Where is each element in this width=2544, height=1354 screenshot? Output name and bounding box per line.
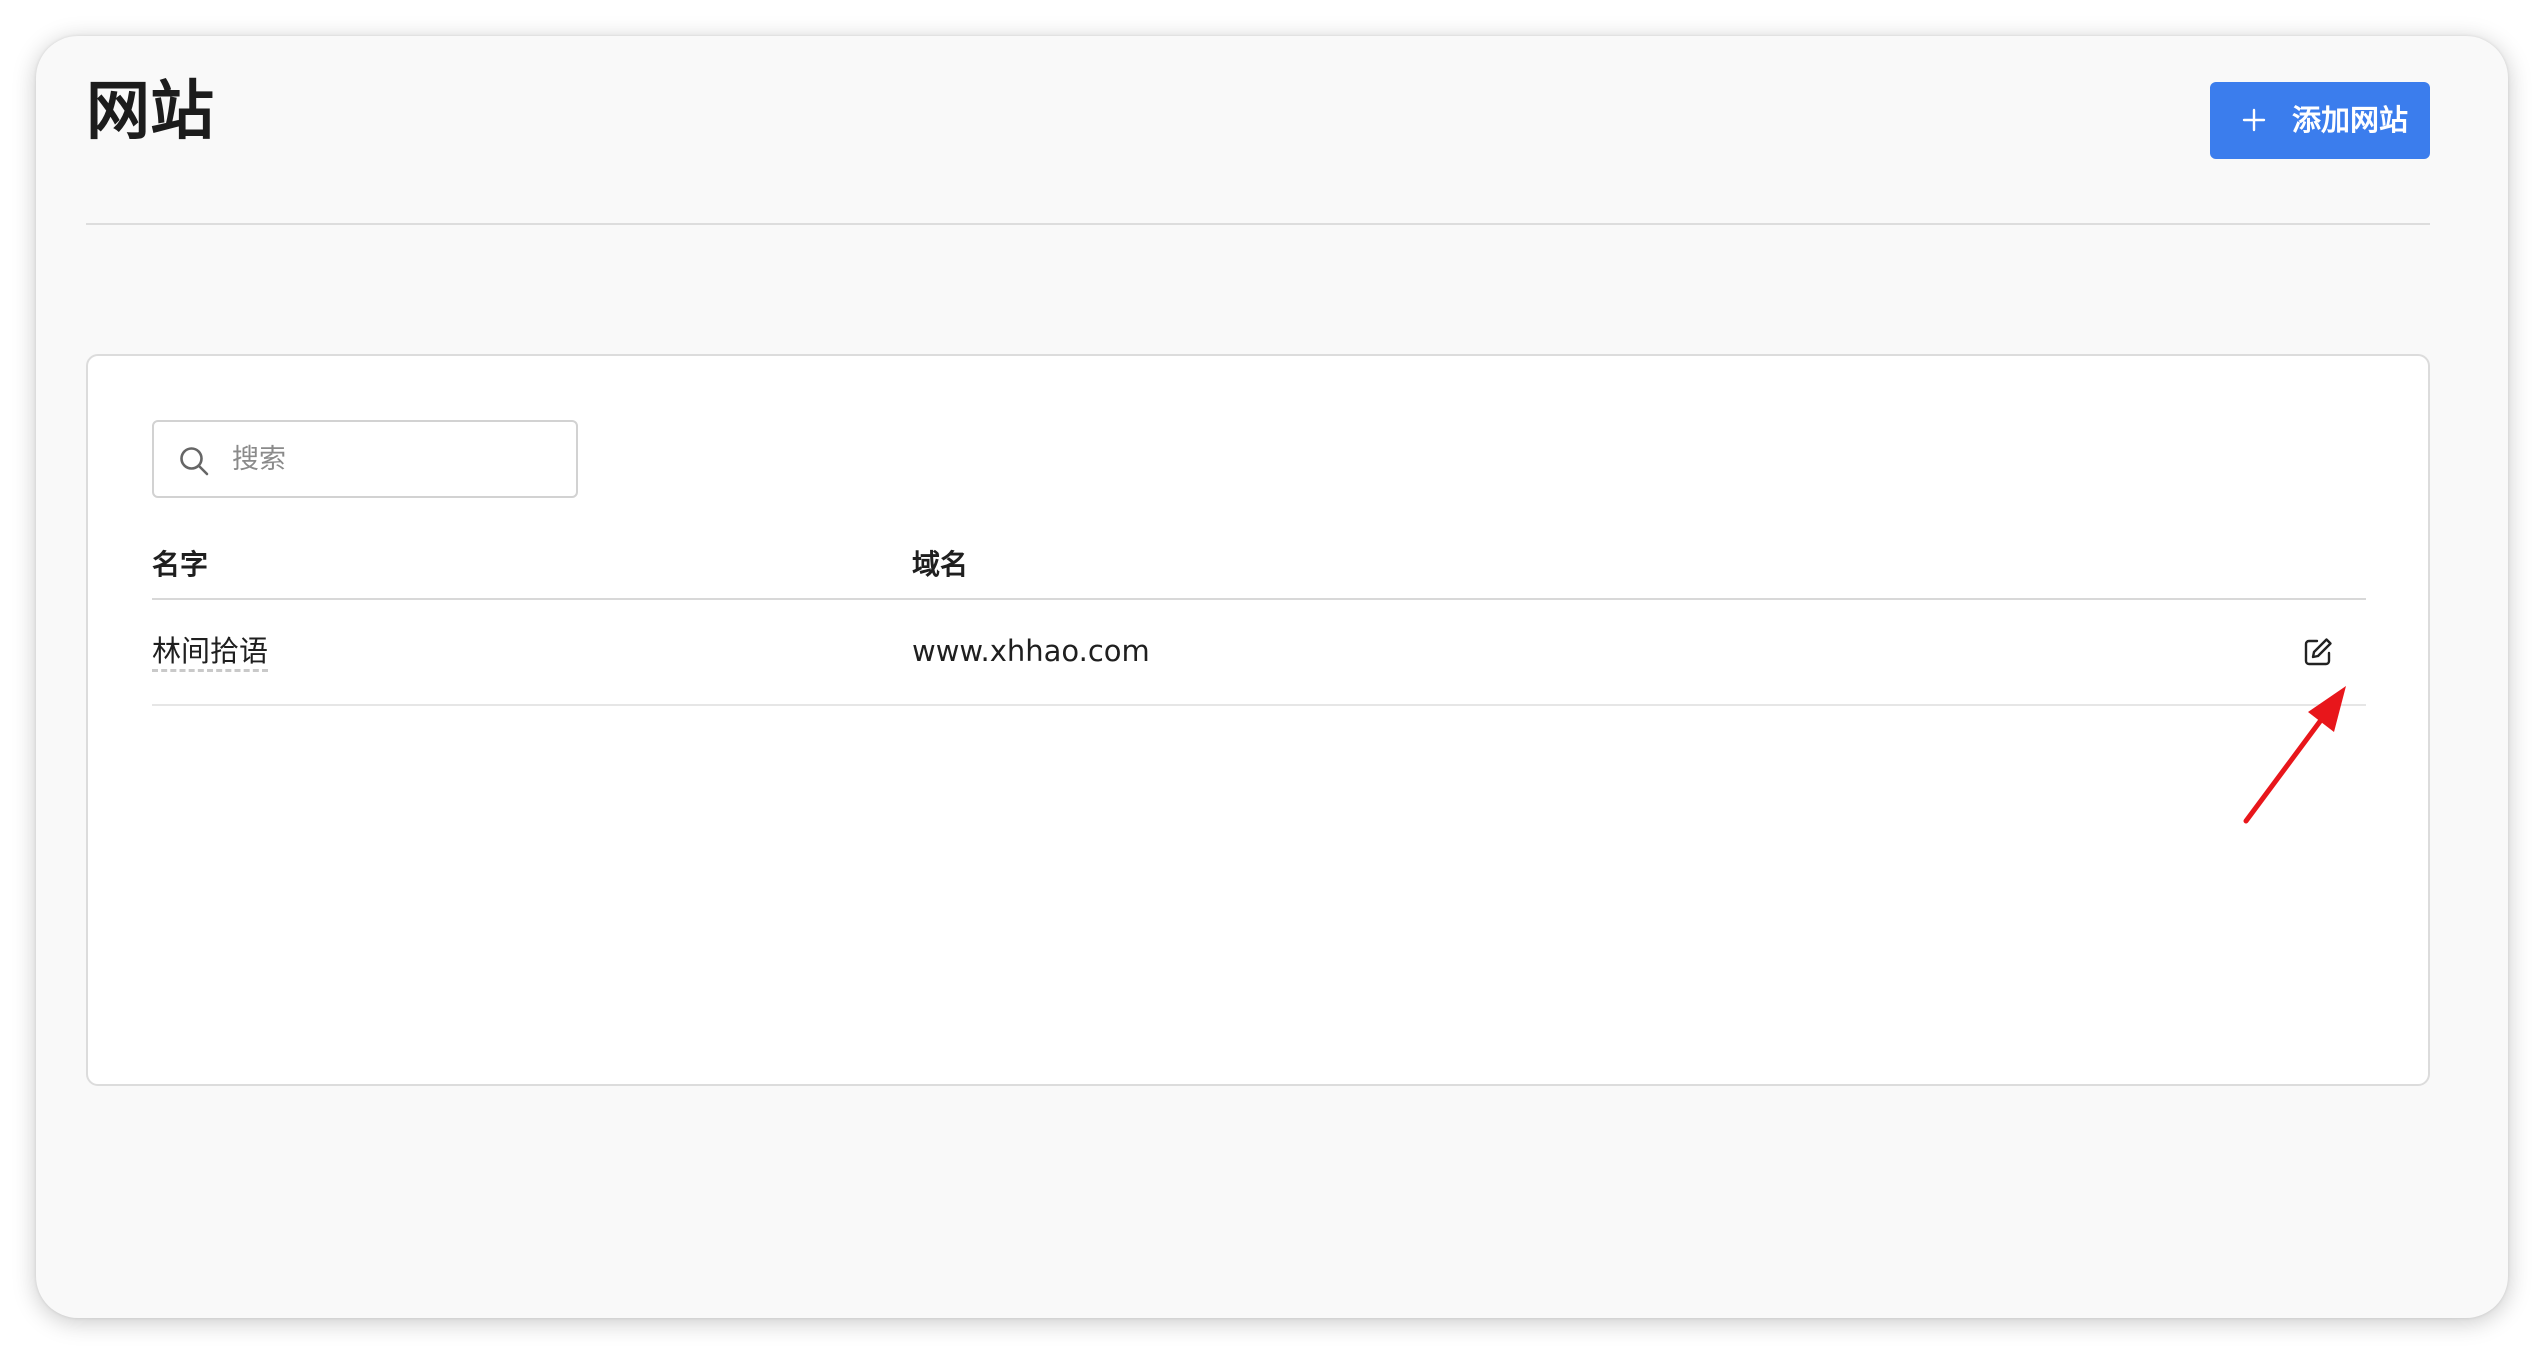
header-divider — [86, 223, 2430, 225]
arrow-annotation-icon — [2243, 686, 2346, 824]
site-domain: www.xhhao.com — [912, 634, 1150, 668]
column-header-name: 名字 — [152, 548, 209, 581]
websites-card: 名字 域名 林间拾语 www.xhhao.com — [86, 354, 2430, 1086]
add-website-button-label: 添加网站 — [2292, 103, 2409, 137]
column-header-domain: 域名 — [912, 548, 969, 581]
search-icon — [180, 447, 209, 476]
edit-icon[interactable] — [2302, 636, 2334, 668]
page-title: 网站 — [86, 75, 214, 149]
table-row: 林间拾语 www.xhhao.com — [152, 602, 2366, 706]
app-window: 网站 添加网站 名字 域名 林间拾语 www.xhhao.com — [36, 36, 2508, 1318]
add-website-button[interactable]: 添加网站 — [2210, 82, 2430, 159]
search-box[interactable] — [152, 420, 578, 498]
site-name-link[interactable]: 林间拾语 — [152, 632, 268, 670]
plus-icon — [2242, 108, 2266, 132]
table-header: 名字 域名 — [152, 546, 2366, 600]
search-input[interactable] — [232, 422, 562, 496]
